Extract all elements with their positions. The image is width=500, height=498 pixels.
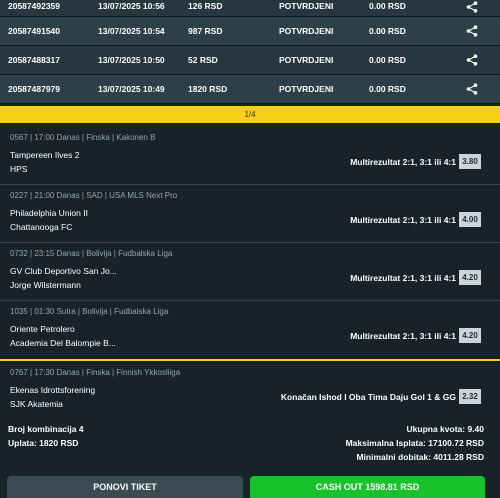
fixed-matches: 0767 | 17:30 Danas | Finska | Finnish Yk… [0,362,500,422]
match-header: 0732 | 23:15 Danas | Bolivija | Fudbalsk… [10,249,173,258]
share-icon[interactable] [466,1,478,13]
bet-pick: Multirezultat 2:1, 3:1 ili 4:1 [350,157,456,167]
ticket-id: 20587491540 [8,26,61,36]
ticket-amount: 1820 RSD [188,84,228,94]
ticket-win: 0.00 RSD [369,26,406,36]
home-team: Tampereen Ilves 2 [10,150,80,160]
max-payout: Maksimalna Isplata: 17100.72 RSD [345,438,484,448]
min-win: Minimalni dobitak: 4011.28 RSD [356,452,484,462]
match-header: 0227 | 21:00 Danas | SAD | USA MLS Next … [10,191,178,200]
match-item: 0227 | 21:00 Danas | SAD | USA MLS Next … [0,185,500,243]
home-team: Ekenas Idrottsforening [10,385,96,395]
away-team: Academia Del Balompie B... [10,338,116,348]
home-team: Oriente Petrolero [10,324,75,334]
ticket-list: 20587492359 13/07/2025 10:56 126 RSD POT… [0,0,500,104]
system-divider [0,359,500,361]
ticket-row[interactable]: 20587487979 13/07/2025 10:49 1820 RSD PO… [0,75,500,104]
ticket-status: POTVRDJENI [279,1,334,11]
ticket-row[interactable]: 20587492359 13/07/2025 10:56 126 RSD POT… [0,0,500,17]
share-icon[interactable] [466,25,478,37]
ticket-amount: 52 RSD [188,55,218,65]
away-team: HPS [10,164,28,174]
bet-pick: Multirezultat 2:1, 3:1 ili 4:1 [350,273,456,283]
ticket-win: 0.00 RSD [369,1,406,11]
ticket-status: POTVRDJENI [279,84,334,94]
match-item: 1035 | 01:30 Sutra | Bolivija | Fudbalsk… [0,301,500,361]
ticket-date: 13/07/2025 10:54 [98,26,165,36]
ticket-id: 20587487979 [8,84,61,94]
ticket-status: POTVRDJENI [279,55,334,65]
odd-badge: 4.20 [459,270,481,285]
home-team: Philadelphia Union II [10,208,88,218]
ticket-row[interactable]: 20587491540 13/07/2025 10:54 987 RSD POT… [0,17,500,46]
ticket-date: 13/07/2025 10:50 [98,55,165,65]
cash-out-button[interactable]: CASH OUT 1598.81 RSD [250,476,485,498]
home-team: GV Club Deportivo San Jo... [10,266,117,276]
bet-pick: Konačan Ishod I Oba Tima Daju Gol 1 & GG [280,392,456,402]
bet-pick: Multirezultat 2:1, 3:1 ili 4:1 [350,331,456,341]
away-team: Chattanooga FC [10,222,73,232]
odd-badge: 3.80 [459,154,481,169]
ticket-matches: 0567 | 17:00 Danas | Finska | Kakonen B … [0,127,500,361]
combinations-count: Broj kombinacija 4 [8,424,84,434]
bet-pick: Multirezultat 2:1, 3:1 ili 4:1 [350,215,456,225]
ticket-id: 20587488317 [8,55,61,65]
ticket-status: POTVRDJENI [279,26,334,36]
share-icon[interactable] [466,83,478,95]
match-item: 0732 | 23:15 Danas | Bolivija | Fudbalsk… [0,243,500,301]
ticket-amount: 126 RSD [188,1,223,11]
ticket-win: 0.00 RSD [369,84,406,94]
stake-amount: Uplata: 1820 RSD [8,438,79,448]
share-icon[interactable] [466,54,478,66]
match-header: 0767 | 17:30 Danas | Finska | Finnish Yk… [10,368,181,377]
total-odds: Ukupna kvota: 9.40 [406,424,484,434]
ticket-row[interactable]: 20587488317 13/07/2025 10:50 52 RSD POTV… [0,46,500,75]
away-team: SJK Akatemia [10,399,63,409]
ticket-summary: Broj kombinacija 4 Uplata: 1820 RSD Ukup… [0,422,500,467]
match-header: 1035 | 01:30 Sutra | Bolivija | Fudbalsk… [10,307,169,316]
ticket-date: 13/07/2025 10:49 [98,84,165,94]
odd-badge: 2.32 [459,389,481,404]
match-header: 0567 | 17:00 Danas | Finska | Kakonen B [10,133,156,142]
odd-badge: 4.20 [459,328,481,343]
match-item: 0567 | 17:00 Danas | Finska | Kakonen B … [0,127,500,185]
away-team: Jorge Wilstermann [10,280,81,290]
ticket-win: 0.00 RSD [369,55,406,65]
pagination-indicator[interactable]: 1/4 [0,106,500,123]
match-item: 0767 | 17:30 Danas | Finska | Finnish Yk… [0,362,500,422]
ticket-date: 13/07/2025 10:56 [98,1,165,11]
ticket-id: 20587492359 [8,1,61,11]
ticket-amount: 987 RSD [188,26,223,36]
odd-badge: 4.00 [459,212,481,227]
repeat-ticket-button[interactable]: PONOVI TIKET [7,476,243,498]
